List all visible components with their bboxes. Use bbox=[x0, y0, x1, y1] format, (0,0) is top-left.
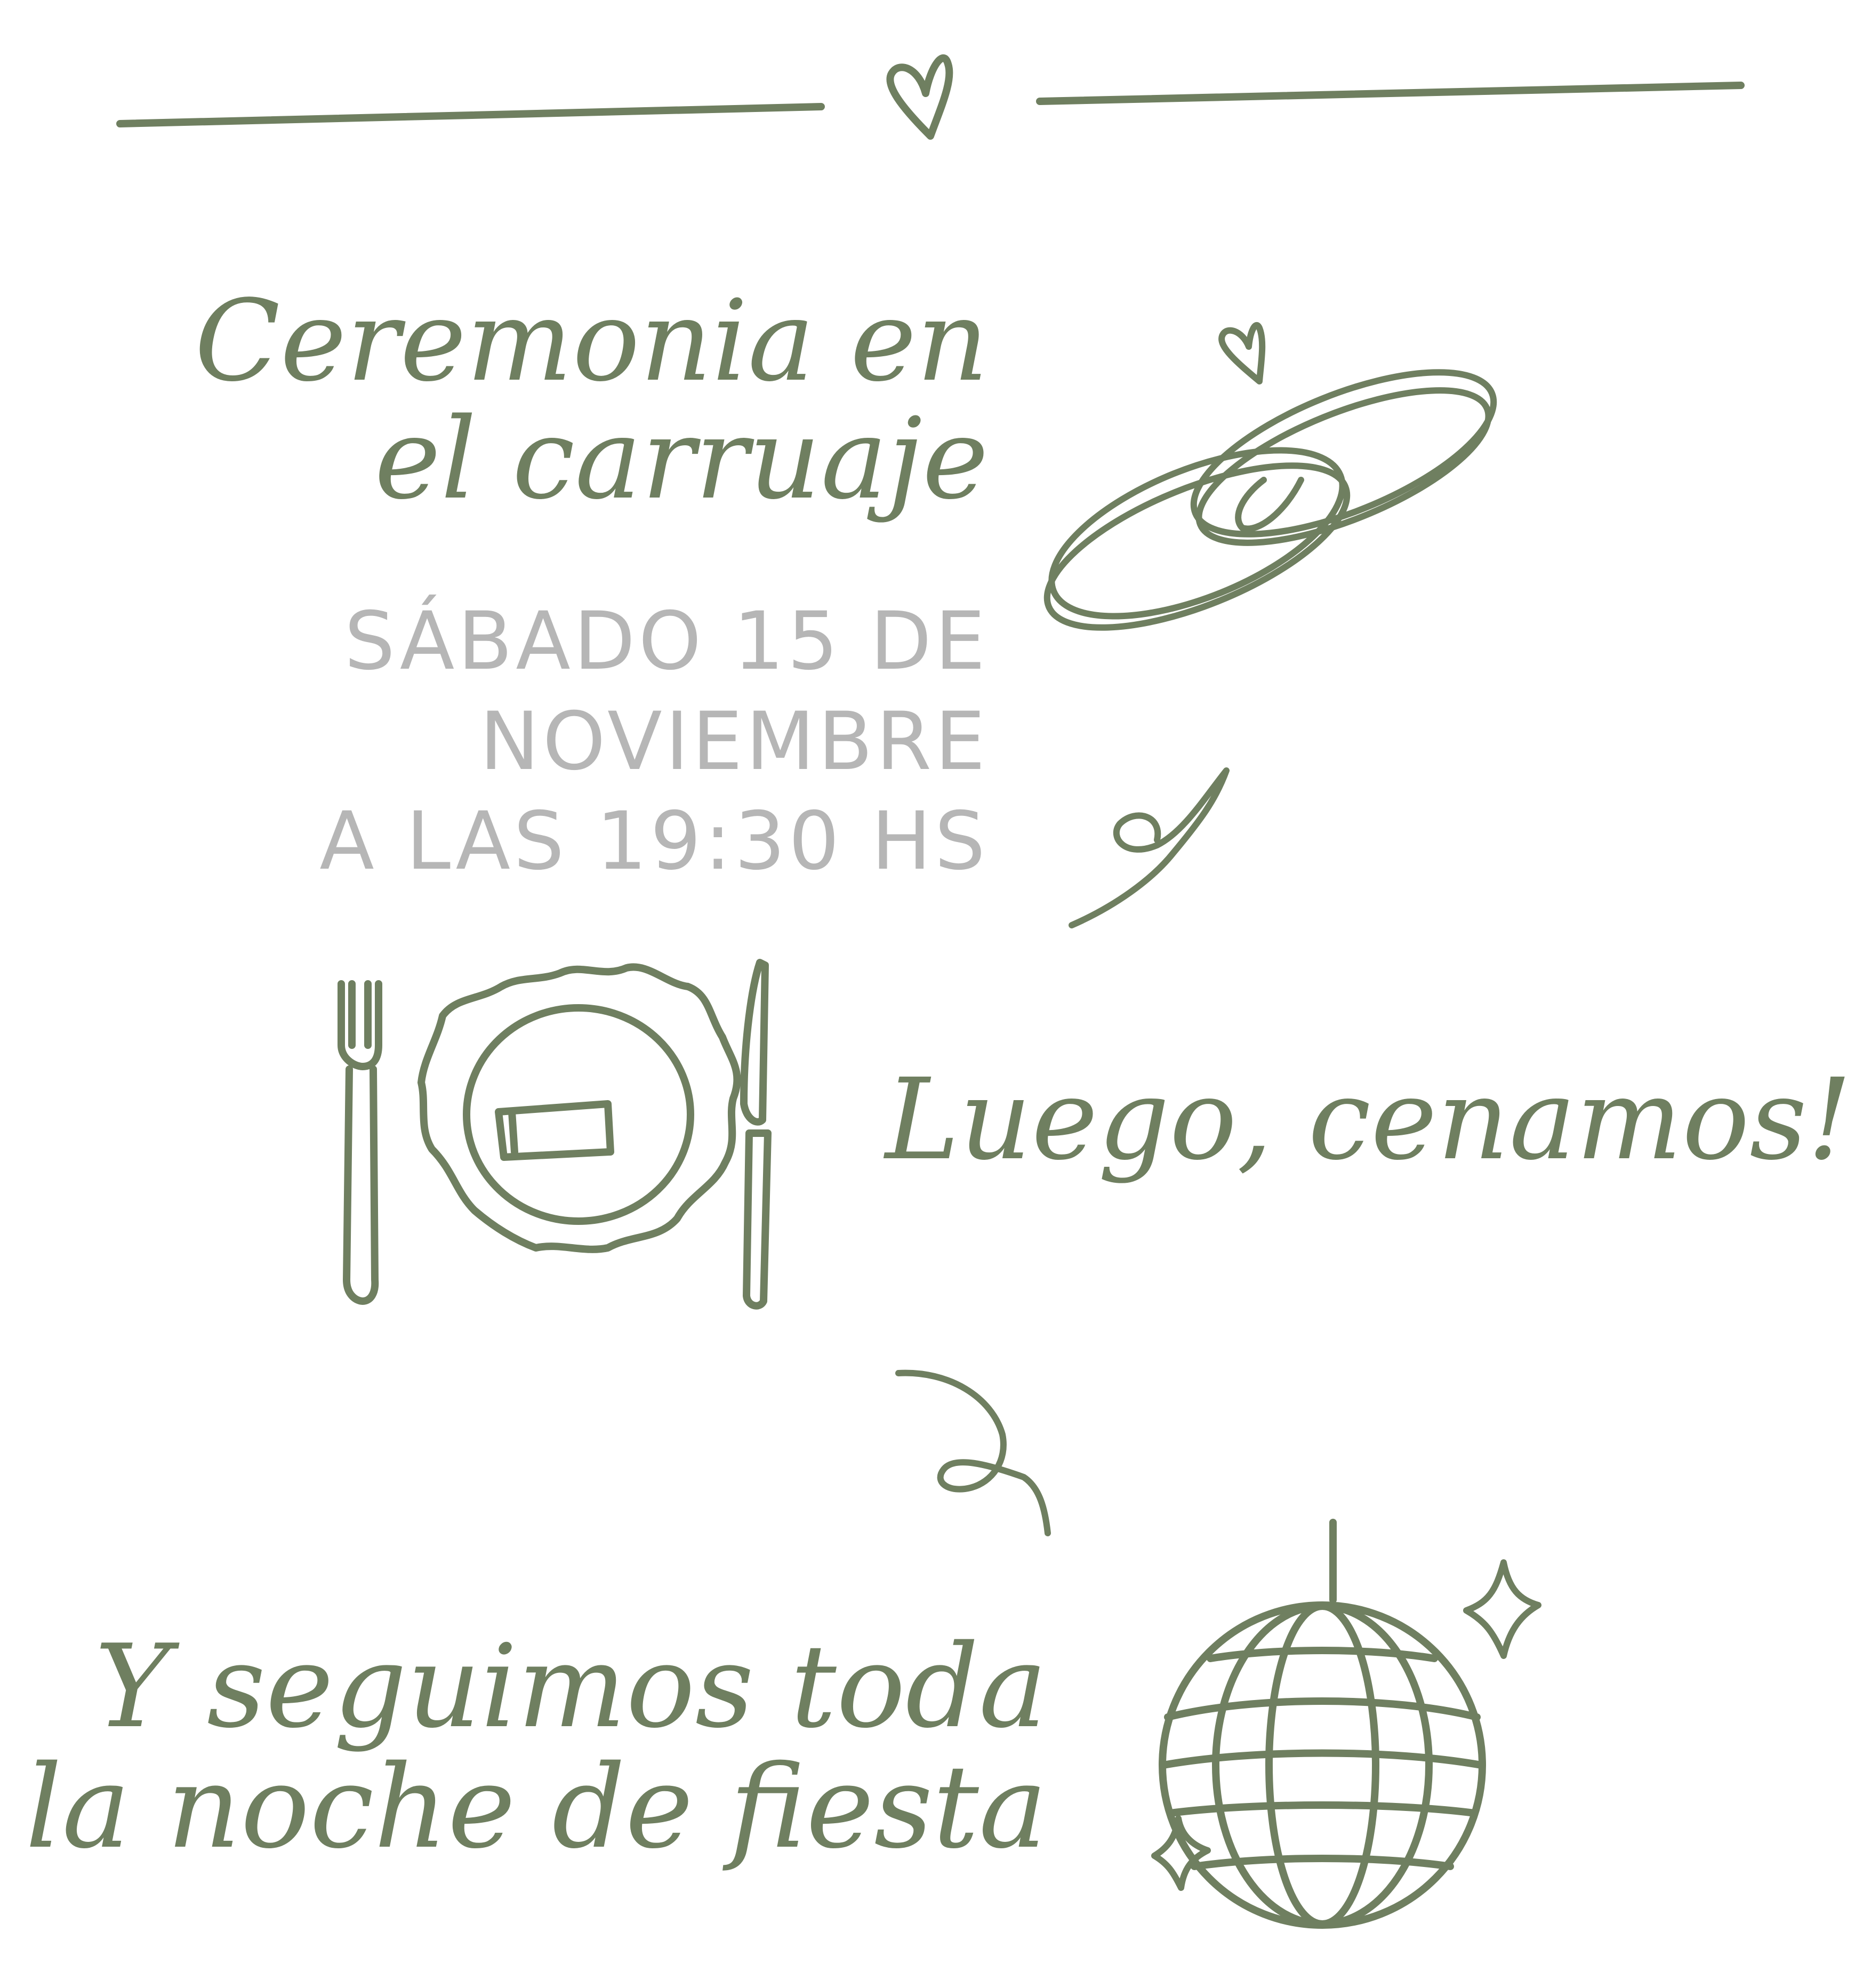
heart-icon bbox=[1218, 322, 1266, 384]
wedding-rings-icon bbox=[1043, 369, 1497, 631]
swirl-icon bbox=[1069, 767, 1230, 928]
sparkle-icon bbox=[1151, 1815, 1211, 1891]
ceremony-date-line-1: SÁBADO 15 DE NOVIEMBRE bbox=[344, 595, 989, 788]
party-title-line-1: Y seguimos toda bbox=[94, 1620, 1047, 1753]
heart-icon bbox=[886, 54, 953, 140]
party-title: Y seguimos toda la noche de fiesta bbox=[26, 1626, 1047, 1867]
divider-line-right bbox=[1036, 82, 1745, 105]
swirl-icon bbox=[895, 1369, 1051, 1536]
divider-line-left bbox=[116, 103, 825, 127]
ceremony-date-line-2: A LAS 19:30 HS bbox=[319, 795, 989, 888]
sparkle-icon bbox=[1463, 1559, 1541, 1659]
dinner-title-line: Luego, cenamos! bbox=[885, 1054, 1852, 1185]
disco-ball-icon bbox=[1159, 1519, 1486, 1929]
place-setting-icon bbox=[338, 959, 772, 1310]
ceremony-title-line-2: el carruaje bbox=[374, 393, 989, 524]
top-divider bbox=[116, 54, 1745, 140]
ceremony-title-line-1: Ceremonia en bbox=[194, 276, 989, 406]
dinner-title: Luego, cenamos! bbox=[885, 1061, 1852, 1179]
party-title-line-2: la noche de fiesta bbox=[25, 1739, 1047, 1874]
ceremony-title: Ceremonia en el carruaje bbox=[194, 276, 989, 524]
ceremony-date: SÁBADO 15 DE NOVIEMBRE A LAS 19:30 HS bbox=[0, 592, 989, 892]
